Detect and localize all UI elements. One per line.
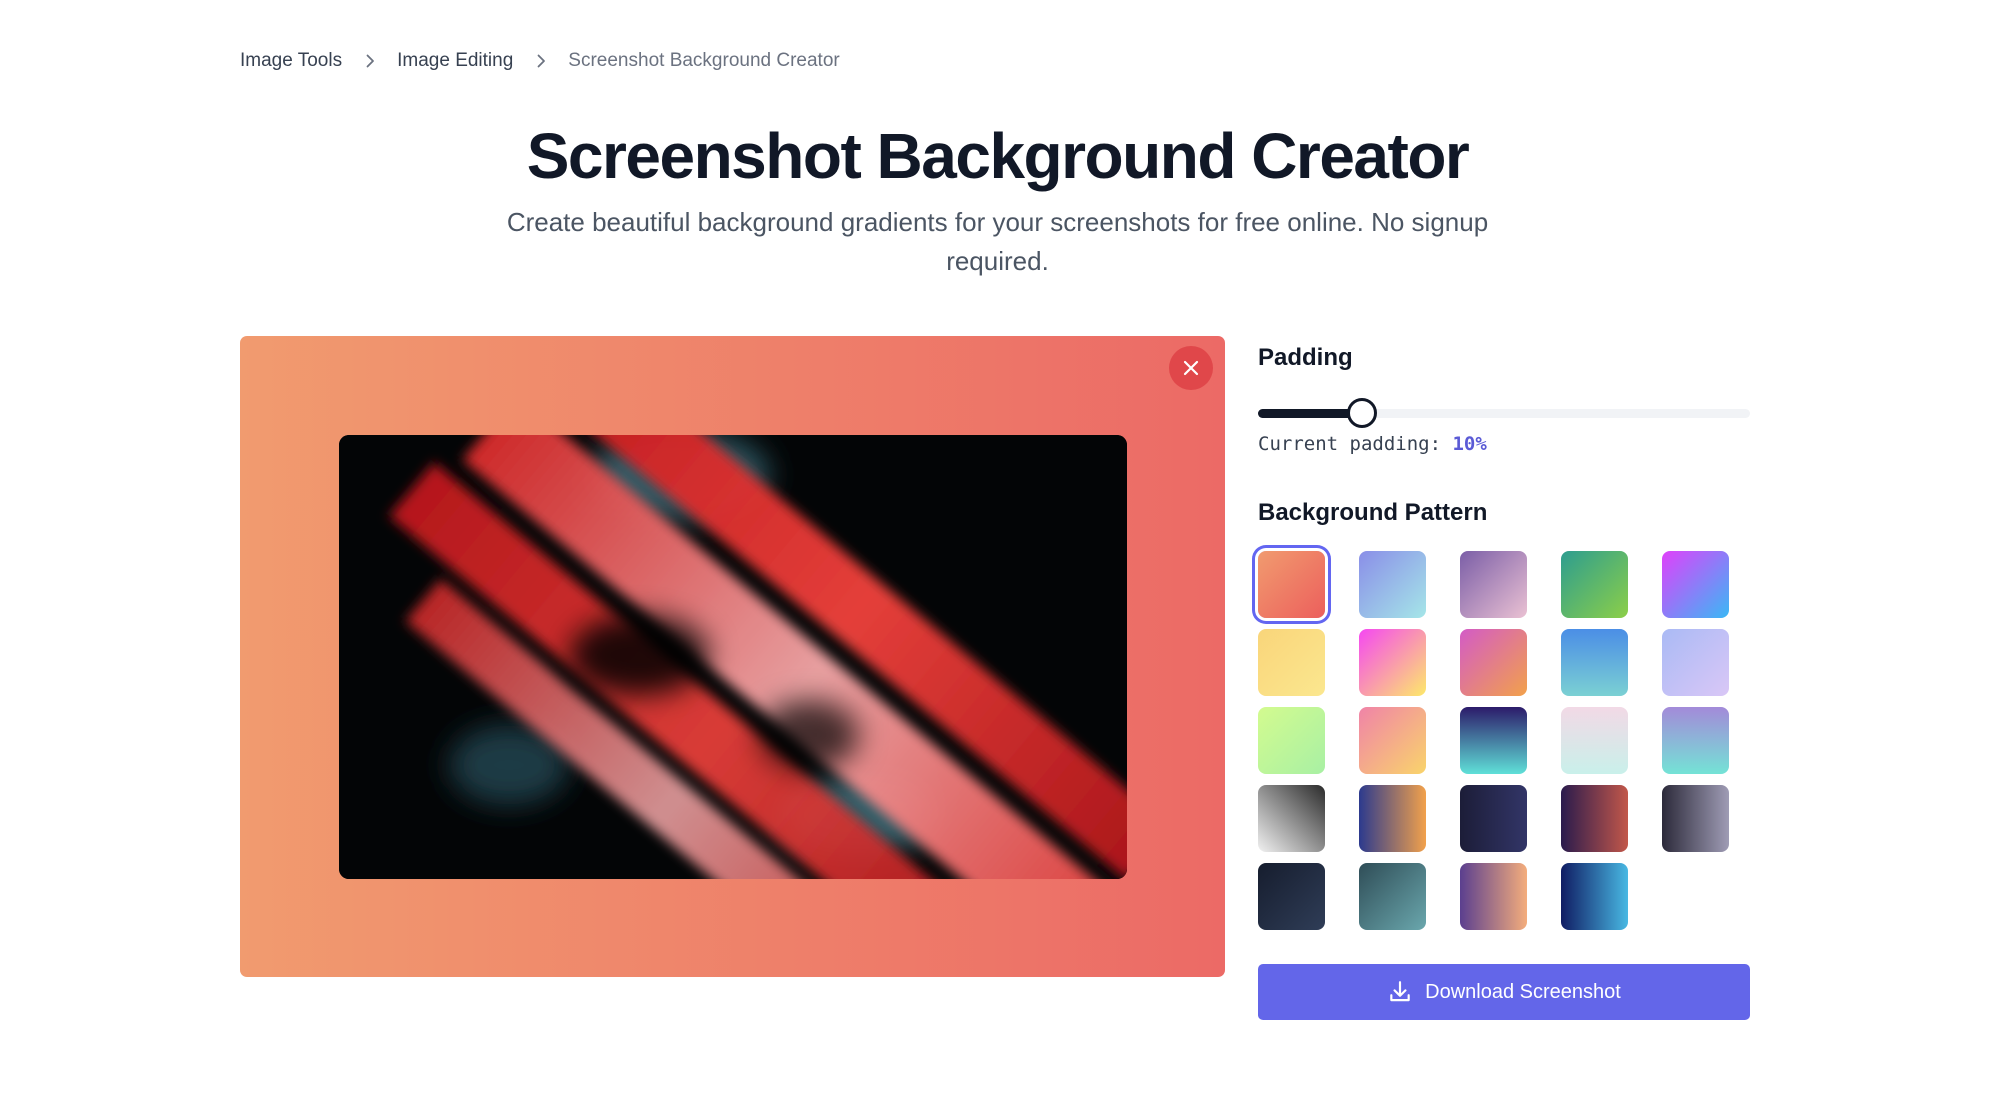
breadcrumb-item-image-tools[interactable]: Image Tools (240, 50, 342, 72)
chevron-right-icon (513, 53, 568, 69)
breadcrumb: Image Tools Image Editing Screenshot Bac… (240, 46, 840, 76)
pattern-swatch[interactable] (1561, 785, 1628, 852)
uploaded-screenshot (339, 435, 1127, 879)
pattern-swatch[interactable] (1460, 707, 1527, 774)
pattern-swatch[interactable] (1258, 629, 1325, 696)
breadcrumb-item-image-editing[interactable]: Image Editing (397, 50, 513, 72)
pattern-swatch[interactable] (1258, 707, 1325, 774)
page-subtitle: Create beautiful background gradients fo… (506, 207, 1489, 276)
page: Image Tools Image Editing Screenshot Bac… (0, 0, 2000, 1113)
pattern-swatch[interactable] (1561, 863, 1628, 930)
pattern-swatch[interactable] (1258, 863, 1325, 930)
pattern-swatch[interactable] (1460, 629, 1527, 696)
pattern-swatch[interactable] (1359, 551, 1426, 618)
pattern-swatch[interactable] (1561, 551, 1628, 618)
download-button[interactable]: Download Screenshot (1258, 964, 1750, 1020)
pattern-swatch[interactable] (1258, 551, 1325, 618)
close-icon (1183, 360, 1199, 376)
slider-thumb[interactable] (1347, 398, 1377, 428)
remove-screenshot-button[interactable] (1169, 346, 1213, 390)
pattern-swatch[interactable] (1258, 785, 1325, 852)
slider-fill (1258, 409, 1361, 418)
pattern-swatch[interactable] (1662, 551, 1729, 618)
screenshot-preview (240, 336, 1225, 977)
pattern-swatch[interactable] (1561, 629, 1628, 696)
pattern-swatch[interactable] (1359, 785, 1426, 852)
background-pattern-label: Background Pattern (1258, 499, 1488, 526)
breadcrumb-item-current: Screenshot Background Creator (568, 50, 840, 71)
download-button-label: Download Screenshot (1425, 980, 1621, 1003)
pattern-swatch[interactable] (1662, 785, 1729, 852)
pattern-swatch[interactable] (1359, 707, 1426, 774)
padding-label: Padding (1258, 344, 1353, 371)
padding-readout-value: 10% (1452, 433, 1487, 455)
pattern-swatch[interactable] (1561, 707, 1628, 774)
pattern-swatch[interactable] (1359, 629, 1426, 696)
pattern-swatch[interactable] (1662, 707, 1729, 774)
padding-readout: Current padding: 10% (1258, 433, 1487, 455)
pattern-swatch[interactable] (1359, 863, 1426, 930)
pattern-swatch[interactable] (1460, 785, 1527, 852)
pattern-swatch[interactable] (1662, 629, 1729, 696)
pattern-swatch[interactable] (1460, 863, 1527, 930)
page-title: Screenshot Background Creator (526, 120, 1470, 192)
download-icon (1390, 981, 1410, 1002)
pattern-swatch-grid (1258, 551, 1729, 930)
pattern-swatch[interactable] (1460, 551, 1527, 618)
chevron-right-icon (342, 53, 397, 69)
padding-slider[interactable] (1258, 398, 1750, 428)
padding-readout-label: Current padding: (1258, 433, 1442, 455)
